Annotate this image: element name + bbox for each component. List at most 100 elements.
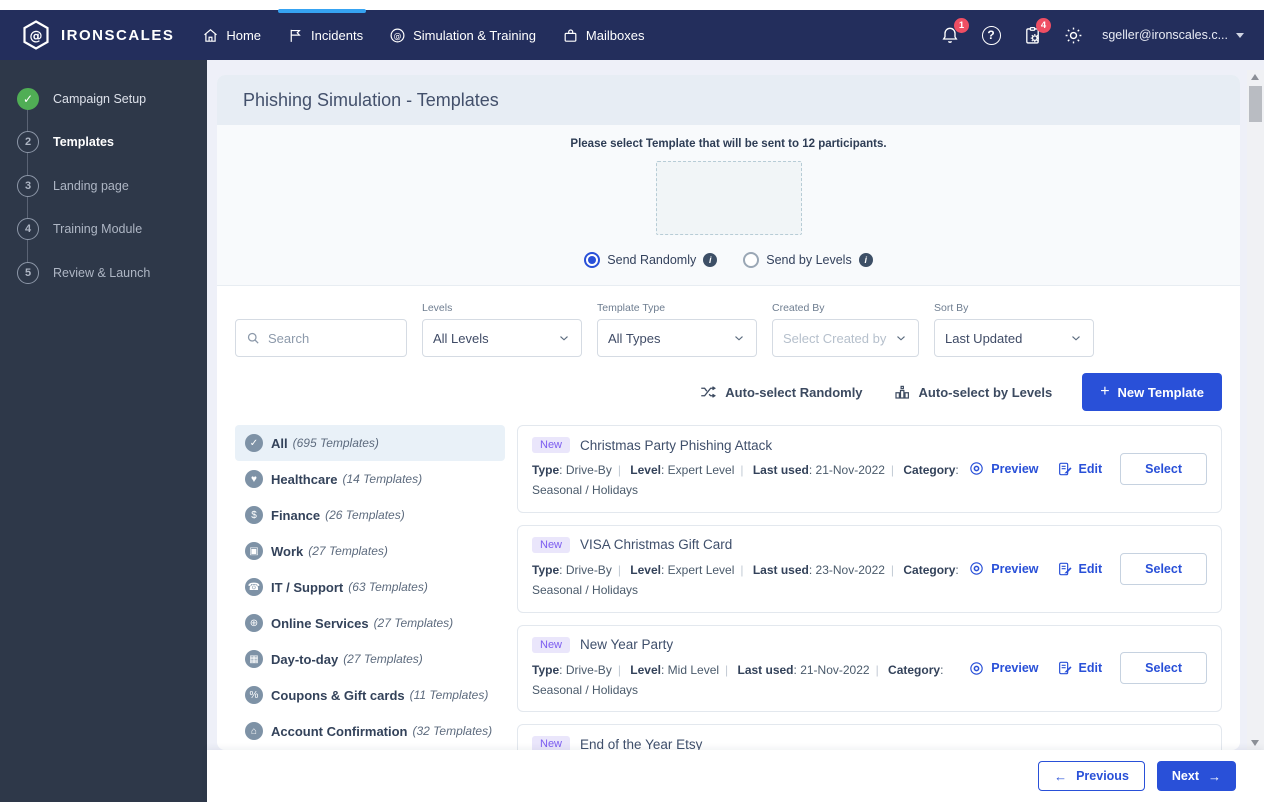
notifications-bell-button[interactable]: 1 [938,18,970,47]
template-meta: Type: Drive-By | Level: Mid Level | Last u… [532,662,944,697]
settings-button[interactable] [1061,23,1085,47]
radio-unselected-icon[interactable] [743,252,760,268]
template-title: VISA Christmas Gift Card [580,537,733,553]
nav-item-label: Simulation & Training [413,27,536,43]
select-template-button[interactable]: Select [1120,452,1207,485]
brand-name: IRONSCALES [61,26,175,44]
eye-icon [968,560,985,577]
category-work[interactable]: ▣ Work (27 Templates) [235,533,505,569]
main-area: Phishing Simulation - Templates Please s… [207,60,1264,802]
auto-select-by-levels-button[interactable]: Auto-select by Levels [893,383,1052,401]
template-selection-section: Please select Template that will be sent… [217,125,1240,286]
levels-filter: Levels All Levels [422,302,582,357]
category-all[interactable]: ✓ All (695 Templates) [235,425,505,461]
scrollbar-thumb[interactable] [1249,86,1262,122]
ironscales-logo[interactable]: @ IRONSCALES [20,19,174,51]
sort-by-select[interactable]: Last Updated [934,319,1094,357]
category-finance[interactable]: $ Finance (26 Templates) [235,497,505,533]
template-type-select[interactable]: All Types [597,319,757,357]
work-icon: ▣ [245,542,263,560]
category-account-confirmation[interactable]: ⌂ Account Confirmation (32 Templates) [235,713,505,749]
preview-button[interactable]: Preview [968,660,1039,677]
step-campaign-setup[interactable]: ✓ Campaign Setup [17,77,207,121]
info-icon[interactable]: i [703,253,718,267]
wizard-sidebar: ✓ Campaign Setup 2 Templates 3 Landing p… [0,60,207,802]
edit-button[interactable]: Edit [1057,660,1102,676]
nav-item-home[interactable]: Home [202,27,261,44]
tasks-count-badge: 4 [1036,18,1052,33]
previous-button[interactable]: ← Previous [1038,761,1145,791]
radio-selected-icon[interactable] [584,252,601,268]
nav-item-incidents[interactable]: Incidents [287,27,363,44]
account-confirmation-icon: ⌂ [245,722,263,740]
gear-icon [1063,25,1084,46]
vertical-scrollbar[interactable] [1247,70,1264,750]
filter-bar: Levels All Levels Template Type All Type… [217,286,1240,361]
campaign-stepper: ✓ Campaign Setup 2 Templates 3 Landing p… [0,60,207,295]
home-icon [202,27,219,44]
created-by-select[interactable]: Select Created by [772,319,919,357]
edit-button[interactable]: Edit [1057,561,1102,577]
preview-button[interactable]: Preview [968,460,1039,477]
step-number: 2 [17,131,39,154]
template-meta: Type: Drive-By | Level: Expert Level | Las… [532,562,959,598]
edit-pencil-icon [1057,660,1073,676]
nav-item-label: Home [226,27,262,43]
healthcare-icon: ♥ [245,470,263,488]
page-title: Phishing Simulation - Templates [243,89,499,110]
category-it-support[interactable]: ☎ IT / Support (63 Templates) [235,569,505,605]
selection-prompt: Please select Template that will be sent… [570,138,887,150]
template-type-filter: Template Type All Types [597,302,757,357]
step-review-launch[interactable]: 5 Review & Launch [17,251,207,295]
step-templates[interactable]: 2 Templates [17,121,207,165]
scroll-down-arrow-icon[interactable] [1251,740,1259,746]
step-number: 3 [17,174,39,197]
ironscales-hexagon-icon: @ [20,19,52,51]
category-coupons-gift-cards[interactable]: % Coupons & Gift cards (11 Templates) [235,677,505,713]
preview-button[interactable]: Preview [968,560,1039,577]
browser-top-strip [0,0,1264,10]
edit-pencil-icon [1057,461,1073,477]
question-icon: ? [981,25,1001,45]
send-mode-options: Send Randomly i Send by Levels i [584,252,873,268]
step-landing-page[interactable]: 3 Landing page [17,164,207,208]
new-badge: New [532,736,571,750]
created-by-filter: Created By Select Created by [772,302,919,357]
info-icon[interactable]: i [858,253,873,267]
step-training-module[interactable]: 4 Training Module [17,208,207,252]
campaign-tasks-button[interactable]: 4 [1020,18,1052,47]
edit-button[interactable]: Edit [1057,461,1102,477]
sort-by-filter: Sort By Last Updated [934,302,1094,357]
send-by-levels-radio[interactable]: Send by Levels i [743,252,873,268]
category-day-to-day[interactable]: ▦ Day-to-day (27 Templates) [235,641,505,677]
template-card: New VISA Christmas Gift Card Type: Drive… [517,524,1222,613]
category-healthcare[interactable]: ♥ Healthcare (14 Templates) [235,461,505,497]
next-button[interactable]: Next → [1156,761,1236,791]
simulation-target-icon: @ [389,27,406,44]
online-services-icon: ⊕ [245,614,263,632]
list-actions-bar: Auto-select Randomly Auto-select by Leve… [217,361,1240,425]
user-account-menu[interactable]: sgeller@ironscales.c... [1102,28,1244,42]
search-input[interactable] [268,330,396,346]
help-button[interactable]: ? [979,23,1003,47]
chevron-down-icon [732,331,746,345]
nav-item-simulation-training[interactable]: @ Simulation & Training [389,27,536,44]
chevron-down-icon [557,331,571,345]
send-randomly-radio[interactable]: Send Randomly i [584,252,718,268]
templates-browser: ✓ All (695 Templates) ♥ Healthcare (14 T… [217,425,1240,750]
search-input-box[interactable] [235,319,407,357]
templates-panel: Phishing Simulation - Templates Please s… [217,75,1240,750]
select-template-button[interactable]: Select [1120,552,1207,585]
active-nav-indicator [278,9,366,13]
scroll-up-arrow-icon[interactable] [1251,74,1259,80]
levels-select[interactable]: All Levels [422,319,582,357]
select-template-button[interactable]: Select [1120,652,1207,685]
auto-select-randomly-button[interactable]: Auto-select Randomly [699,383,863,401]
new-badge: New [532,536,571,553]
category-online-services[interactable]: ⊕ Online Services (27 Templates) [235,605,505,641]
new-template-button[interactable]: + New Template [1082,373,1222,411]
notifications-count-badge: 1 [954,18,970,33]
selected-template-dropzone[interactable] [655,161,802,235]
levels-bars-icon [893,383,911,401]
nav-item-mailboxes[interactable]: Mailboxes [562,27,644,44]
